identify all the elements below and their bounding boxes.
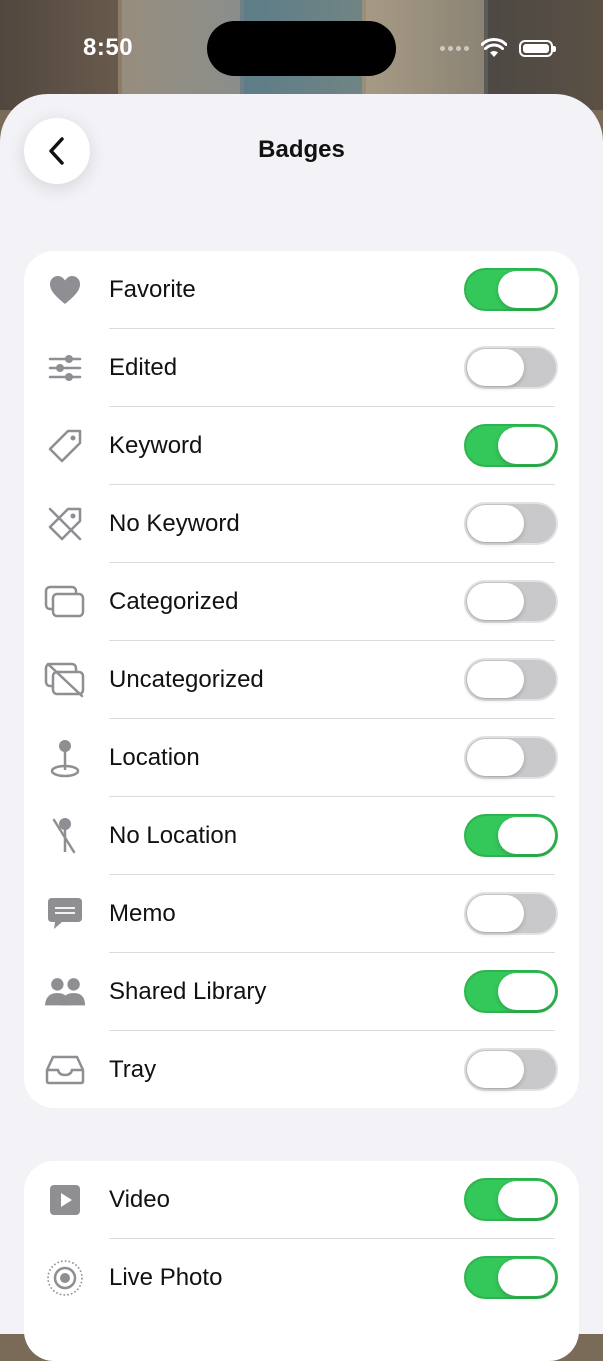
- badge-row-memo[interactable]: Memo: [24, 875, 579, 953]
- badge-row-edited[interactable]: Edited: [24, 329, 579, 407]
- badge-row-live-photo[interactable]: Live Photo: [24, 1239, 579, 1317]
- badge-label: Tray: [109, 1056, 157, 1083]
- badge-row-shared-library[interactable]: Shared Library: [24, 953, 579, 1031]
- toggle-knob: [498, 817, 555, 854]
- toggle-tray[interactable]: [464, 1048, 558, 1091]
- toggle-categorized[interactable]: [464, 580, 558, 623]
- status-icons: [440, 38, 556, 58]
- badge-label: No Keyword: [109, 510, 240, 537]
- badge-label: Live Photo: [109, 1264, 223, 1291]
- sliders-icon: [44, 348, 86, 388]
- pin-icon: [44, 738, 86, 778]
- live-photo-icon: [44, 1258, 86, 1298]
- badge-label: No Location: [109, 822, 238, 849]
- badges-sheet: Badges Favorite Edited Keyword No Keyword Ca…: [0, 94, 603, 1361]
- toggle-knob: [467, 661, 524, 698]
- tray-icon: [44, 1050, 86, 1090]
- status-time: 8:50: [83, 34, 134, 61]
- rectangles-icon: [44, 582, 86, 622]
- toggle-no-location[interactable]: [464, 814, 558, 857]
- toggle-knob: [467, 739, 524, 776]
- toggle-knob: [467, 505, 524, 542]
- badge-row-categorized[interactable]: Categorized: [24, 563, 579, 641]
- toggle-keyword[interactable]: [464, 424, 558, 467]
- toggle-no-keyword[interactable]: [464, 502, 558, 545]
- heart-icon: [44, 270, 86, 310]
- toggle-edited[interactable]: [464, 346, 558, 389]
- badge-row-tray[interactable]: Tray: [24, 1031, 579, 1108]
- badge-label: Video: [109, 1186, 170, 1213]
- badge-row-keyword[interactable]: Keyword: [24, 407, 579, 485]
- badge-row-uncategorized[interactable]: Uncategorized: [24, 641, 579, 719]
- media-group: Video Live Photo: [24, 1161, 579, 1361]
- badge-row-no-keyword[interactable]: No Keyword: [24, 485, 579, 563]
- toggle-shared-library[interactable]: [464, 970, 558, 1013]
- toggle-knob: [498, 427, 555, 464]
- badge-row-no-location[interactable]: No Location: [24, 797, 579, 875]
- tag-slash-icon: [44, 504, 86, 544]
- battery-icon: [519, 39, 556, 57]
- toggle-live-photo[interactable]: [464, 1256, 558, 1299]
- toggle-knob: [467, 349, 524, 386]
- toggle-knob: [498, 1181, 555, 1218]
- people-icon: [44, 972, 86, 1012]
- wifi-icon: [481, 38, 507, 57]
- toggle-memo[interactable]: [464, 892, 558, 935]
- badge-row-favorite[interactable]: Favorite: [24, 251, 579, 329]
- toggle-knob: [498, 973, 555, 1010]
- toggle-knob: [467, 1051, 524, 1088]
- toggle-knob: [498, 1259, 555, 1296]
- signal-icon: [440, 45, 469, 51]
- toggle-knob: [498, 271, 555, 308]
- badge-label: Location: [109, 744, 200, 771]
- toggle-uncategorized[interactable]: [464, 658, 558, 701]
- toggle-knob: [467, 895, 524, 932]
- play-icon: [44, 1180, 86, 1220]
- badge-label: Keyword: [109, 432, 203, 459]
- badge-row-video[interactable]: Video: [24, 1161, 579, 1239]
- toggle-location[interactable]: [464, 736, 558, 779]
- toggle-knob: [467, 583, 524, 620]
- memo-bubble-icon: [44, 894, 86, 934]
- badges-group: Favorite Edited Keyword No Keyword Categoriz…: [24, 251, 579, 1108]
- badge-label: Categorized: [109, 588, 239, 615]
- badge-label: Memo: [109, 900, 176, 927]
- badge-label: Uncategorized: [109, 666, 264, 693]
- tag-icon: [44, 426, 86, 466]
- pin-slash-icon: [44, 816, 86, 856]
- badge-label: Favorite: [109, 276, 196, 303]
- toggle-video[interactable]: [464, 1178, 558, 1221]
- toggle-favorite[interactable]: [464, 268, 558, 311]
- status-bar: 8:50: [0, 0, 603, 95]
- page-title: Badges: [258, 136, 345, 163]
- badge-label: Shared Library: [109, 978, 267, 1005]
- badge-label: Edited: [109, 354, 178, 381]
- dynamic-island: [207, 21, 396, 76]
- rectangles-slash-icon: [44, 660, 86, 700]
- badge-row-location[interactable]: Location: [24, 719, 579, 797]
